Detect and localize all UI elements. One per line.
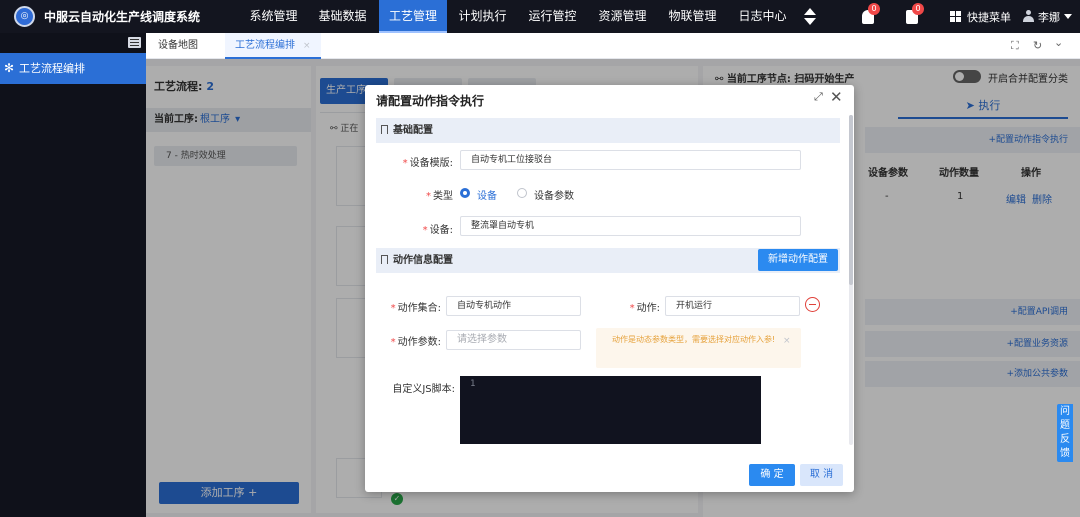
type-radio-param[interactable] bbox=[517, 188, 527, 198]
feedback-button[interactable]: 问题反馈 bbox=[1057, 404, 1073, 462]
nav-operation-control[interactable]: 运行管控 bbox=[524, 0, 581, 33]
action-label: * 动作: bbox=[629, 303, 660, 314]
maximize-icon[interactable]: ⤢ bbox=[814, 90, 823, 104]
nav-process-management[interactable]: 工艺管理 bbox=[379, 0, 447, 33]
task-badge: 0 bbox=[912, 3, 924, 15]
grid-icon[interactable] bbox=[950, 11, 961, 22]
task-icon[interactable]: 0 bbox=[906, 3, 924, 24]
warning-alert: 动作是动态参数类型，需要选择对应动作入参! bbox=[596, 328, 801, 368]
nav-scroll-icon[interactable] bbox=[803, 8, 817, 26]
alert-close-icon[interactable]: × bbox=[783, 336, 791, 346]
refresh-icon[interactable]: ↻ bbox=[1033, 39, 1042, 52]
sidebar: ✻ 工艺流程编排 bbox=[0, 33, 146, 517]
label-text: 设备模版: bbox=[409, 158, 453, 169]
gear-icon: ✻ bbox=[4, 61, 15, 75]
section-basic-config: 基础配置 bbox=[376, 118, 840, 143]
template-label: * 设备模版: bbox=[402, 158, 453, 169]
collapse-icon[interactable]: ⌄ bbox=[1054, 36, 1063, 49]
line-number: 1 bbox=[470, 379, 476, 389]
nav-iot-management[interactable]: 物联管理 bbox=[664, 0, 721, 33]
device-label: * 设备: bbox=[422, 225, 453, 236]
quick-menu-button[interactable]: 快捷菜单 bbox=[967, 9, 1011, 25]
js-code-editor[interactable]: 1 bbox=[460, 376, 761, 444]
company-logo-icon: ◎ bbox=[14, 6, 35, 27]
dialog-title: 请配置动作指令执行 bbox=[376, 94, 485, 108]
template-select[interactable]: 自动专机工位接驳台 bbox=[460, 150, 801, 170]
type-label: * 类型 bbox=[426, 191, 453, 202]
bell-icon[interactable]: 0 bbox=[862, 3, 880, 24]
cancel-button[interactable]: 取 消 bbox=[800, 464, 843, 486]
sidebar-item-label: 工艺流程编排 bbox=[19, 62, 85, 75]
nav-plan-execution[interactable]: 计划执行 bbox=[454, 0, 511, 33]
label-text: 设备: bbox=[429, 225, 453, 236]
device-select[interactable]: 整流罩自动专机 bbox=[460, 216, 801, 236]
user-name[interactable]: 李娜 bbox=[1038, 9, 1060, 25]
nav-resource-management[interactable]: 资源管理 bbox=[594, 0, 651, 33]
bookmark-icon bbox=[381, 125, 388, 134]
app-title: 中服云自动化生产线调度系统 bbox=[44, 10, 201, 24]
label-text: 动作参数: bbox=[397, 337, 441, 348]
scrollbar-thumb[interactable] bbox=[849, 115, 853, 285]
type-radio-device[interactable] bbox=[460, 188, 470, 198]
label-text: 动作: bbox=[636, 303, 660, 314]
nav-basic-data[interactable]: 基础数据 bbox=[314, 0, 371, 33]
action-select[interactable]: 开机运行 bbox=[665, 296, 800, 316]
label-text: 动作集合: bbox=[397, 303, 441, 314]
action-set-label: * 动作集合: bbox=[390, 303, 441, 314]
user-icon bbox=[1023, 10, 1034, 22]
type-radio-device-label[interactable]: 设备 bbox=[477, 187, 497, 202]
type-radio-param-label[interactable]: 设备参数 bbox=[534, 187, 574, 202]
section-title: 动作信息配置 bbox=[393, 255, 453, 266]
dialog-scrollbar[interactable] bbox=[849, 115, 853, 445]
top-bar: ◎ 中服云自动化生产线调度系统 系统管理 基础数据 工艺管理 计划执行 运行管控… bbox=[0, 0, 1080, 33]
action-set-select[interactable]: 自动专机动作 bbox=[446, 296, 581, 316]
tab-label: 设备地图 bbox=[158, 40, 198, 51]
tab-device-map[interactable]: 设备地图 bbox=[148, 33, 208, 59]
tab-label: 工艺流程编排 bbox=[235, 40, 295, 51]
bell-badge: 0 bbox=[868, 3, 880, 15]
remove-action-icon[interactable] bbox=[805, 297, 820, 312]
label-text: 类型 bbox=[433, 191, 453, 202]
action-param-label: * 动作参数: bbox=[390, 337, 441, 348]
nav-log-center[interactable]: 日志中心 bbox=[734, 0, 791, 33]
user-menu-caret-icon[interactable] bbox=[1064, 14, 1072, 19]
tab-close-icon[interactable]: × bbox=[303, 41, 311, 51]
bookmark-icon bbox=[381, 255, 388, 264]
close-icon[interactable]: ✕ bbox=[830, 88, 843, 106]
fullscreen-icon[interactable]: ⛶ bbox=[1011, 39, 1019, 53]
nav-system-management[interactable]: 系统管理 bbox=[245, 0, 302, 33]
action-config-dialog: 请配置动作指令执行 ⤢ ✕ 基础配置 * 设备模版: 自动专机工位接驳台 * 类型 … bbox=[365, 85, 854, 492]
js-script-label: 自定义JS脚本: bbox=[392, 384, 455, 395]
confirm-button[interactable]: 确 定 bbox=[749, 464, 795, 486]
sidebar-item-process-flow[interactable]: ✻ 工艺流程编排 bbox=[0, 53, 146, 84]
add-action-config-button[interactable]: 新增动作配置 bbox=[758, 249, 838, 271]
tab-process-flow[interactable]: 工艺流程编排 × bbox=[225, 33, 321, 59]
section-title: 基础配置 bbox=[393, 125, 433, 136]
sidebar-toggle-icon[interactable] bbox=[128, 37, 141, 48]
tab-bar: 设备地图 工艺流程编排 × ⛶ ↻ ⌄ bbox=[146, 33, 1080, 59]
action-param-select[interactable]: 请选择参数 bbox=[446, 330, 581, 350]
